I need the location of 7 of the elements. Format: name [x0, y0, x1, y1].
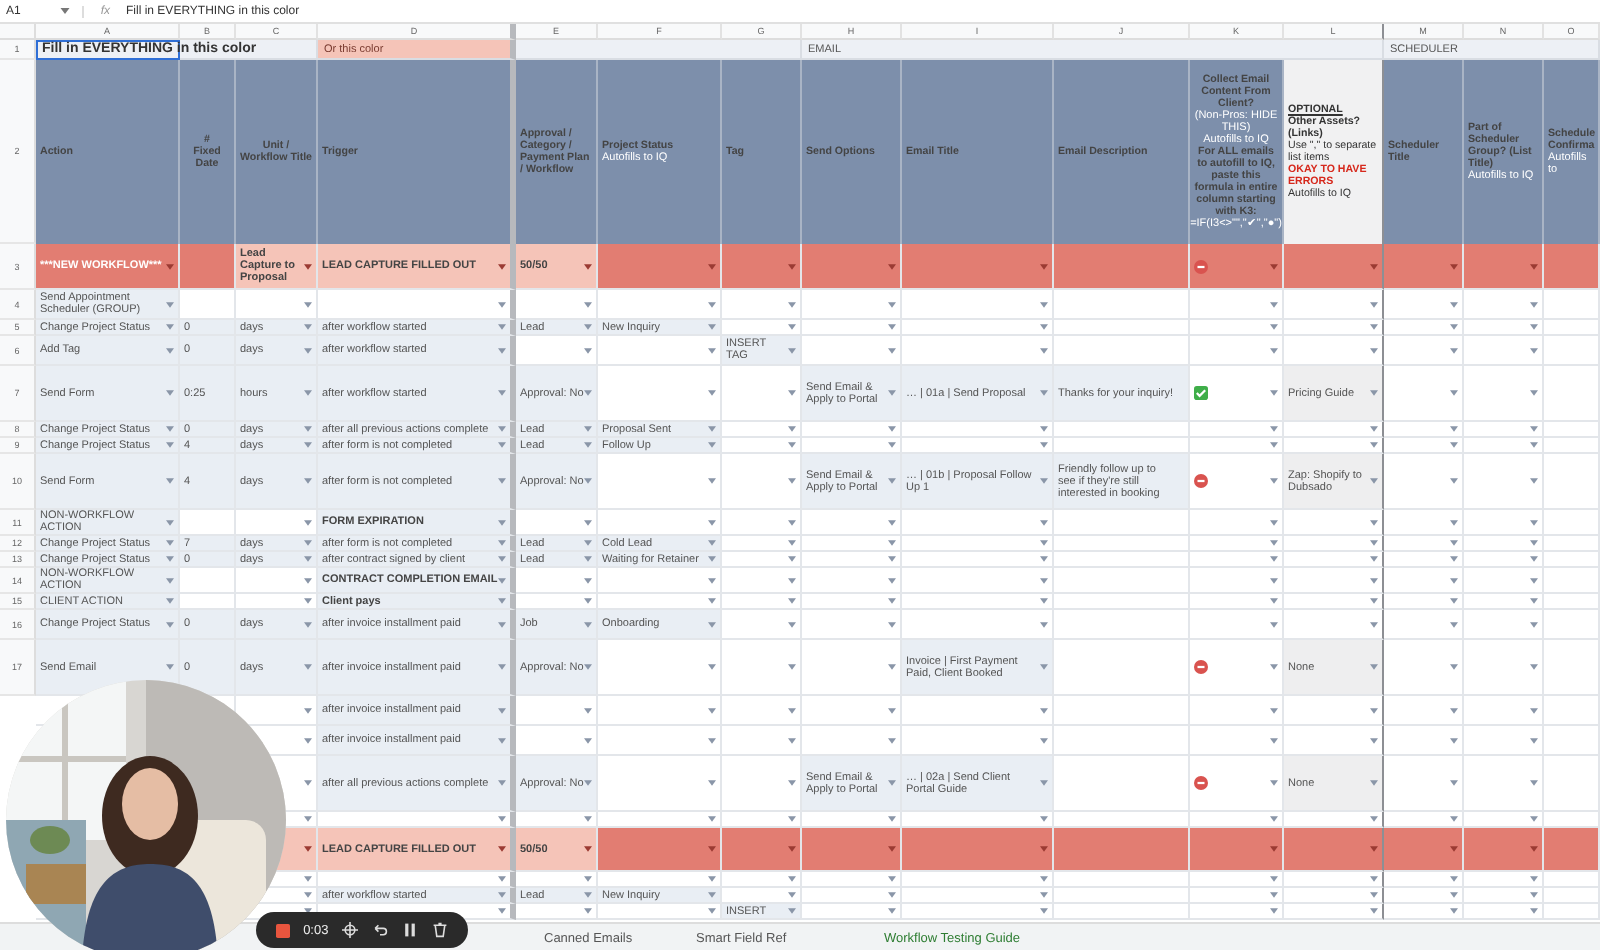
caret-icon [60, 8, 71, 14]
section-cell[interactable] [516, 40, 802, 60]
crosshair-icon[interactable] [342, 922, 359, 938]
pause-icon[interactable] [402, 922, 419, 938]
trash-icon[interactable] [432, 922, 449, 938]
stop-icon[interactable] [275, 923, 290, 937]
undo-icon[interactable] [372, 922, 389, 938]
